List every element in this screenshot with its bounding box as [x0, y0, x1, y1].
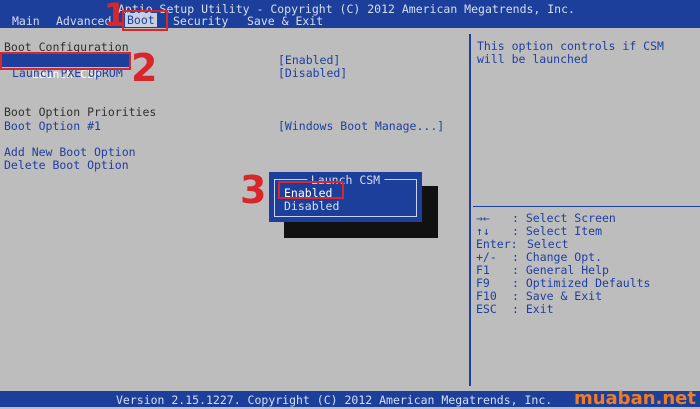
help-line-2: will be launched — [477, 52, 588, 66]
key-f1: F1 — [476, 263, 490, 277]
annotation-box-launch-csm — [0, 52, 131, 70]
key-plus-minus: +/- — [476, 250, 497, 264]
key-desc-change-opt: : Change Opt. — [512, 250, 603, 264]
annotation-box-enabled — [278, 181, 344, 199]
watermark-logo: muaban.net — [573, 388, 696, 409]
annotation-number-3: 3 — [240, 168, 267, 212]
tab-security[interactable]: Security — [173, 14, 228, 28]
launch-csm-value[interactable]: [Enabled] — [278, 53, 340, 67]
key-desc-save-exit: : Save & Exit — [512, 289, 603, 303]
section-boot-priorities: Boot Option Priorities — [4, 105, 157, 119]
key-desc-general-help: : General Help — [512, 263, 609, 277]
add-boot-option[interactable]: Add New Boot Option — [4, 145, 136, 159]
tab-main[interactable]: Main — [12, 14, 40, 28]
annotation-box-boot-tab — [122, 10, 168, 31]
key-f10: F10 — [476, 289, 497, 303]
boot-option-1-label[interactable]: Boot Option #1 — [4, 119, 101, 133]
key-f9: F9 — [476, 276, 490, 290]
key-arrows-ud: ↑↓ — [476, 224, 490, 238]
delete-boot-option[interactable]: Delete Boot Option — [4, 158, 129, 172]
key-arrows-lr: →← — [476, 211, 490, 225]
popup-option-disabled[interactable]: Disabled — [284, 199, 339, 213]
tab-save-exit[interactable]: Save & Exit — [247, 14, 323, 28]
launch-pxe-value[interactable]: [Disabled] — [278, 66, 347, 80]
version-text: Version 2.15.1227. Copyright (C) 2012 Am… — [116, 393, 553, 407]
boot-option-1-value[interactable]: [Windows Boot Manage...] — [278, 119, 444, 133]
key-desc-exit: : Exit — [512, 302, 554, 316]
key-desc-select-item: : Select Item — [512, 224, 603, 238]
key-desc-select: Select — [527, 237, 569, 251]
help-panel: This option controls if CSM will be laun… — [469, 34, 700, 386]
key-desc-optimized-defaults: : Optimized Defaults — [512, 276, 651, 290]
key-enter: Enter: — [476, 237, 518, 251]
help-divider — [473, 206, 700, 207]
key-desc-select-screen: : Select Screen — [512, 211, 616, 225]
annotation-number-2: 2 — [131, 46, 158, 90]
key-esc: ESC — [476, 302, 497, 316]
annotation-number-1: 1 — [104, 0, 127, 34]
footer-bar: Version 2.15.1227. Copyright (C) 2012 Am… — [0, 388, 700, 409]
